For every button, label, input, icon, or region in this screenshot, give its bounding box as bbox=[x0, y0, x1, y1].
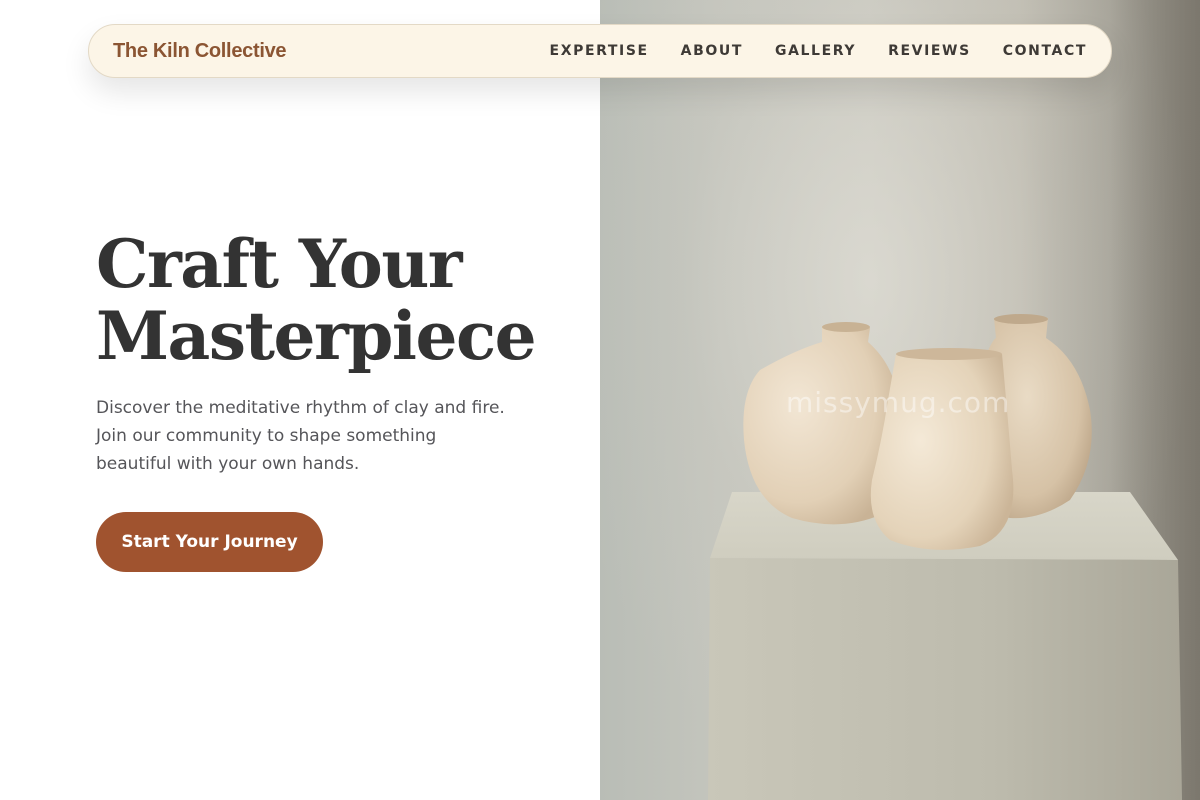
top-navbar: The Kiln Collective EXPERTISE ABOUT GALL… bbox=[88, 24, 1112, 78]
hero-section: Craft Your Masterpiece Discover the medi… bbox=[96, 228, 566, 478]
nav-link-gallery[interactable]: GALLERY bbox=[775, 43, 856, 59]
nav-links: EXPERTISE ABOUT GALLERY REVIEWS CONTACT bbox=[550, 43, 1087, 59]
hero-title: Craft Your Masterpiece bbox=[96, 228, 566, 372]
nav-link-about[interactable]: ABOUT bbox=[681, 43, 743, 59]
watermark-text: missymug.com bbox=[786, 386, 1011, 419]
brand-logo[interactable]: The Kiln Collective bbox=[113, 40, 287, 63]
hero-subtitle: Discover the meditative rhythm of clay a… bbox=[96, 398, 505, 474]
nav-link-reviews[interactable]: REVIEWS bbox=[888, 43, 971, 59]
hero-image: missymug.com bbox=[600, 0, 1200, 800]
hero-title-line-2: Masterpiece bbox=[96, 297, 537, 375]
nav-link-contact[interactable]: CONTACT bbox=[1003, 43, 1087, 59]
vase-front-center bbox=[870, 351, 1014, 550]
plinth-front bbox=[708, 558, 1182, 800]
nav-link-expertise[interactable]: EXPERTISE bbox=[550, 43, 649, 59]
start-journey-button[interactable]: Start Your Journey bbox=[96, 512, 323, 572]
hero-title-line-1: Craft Your bbox=[96, 225, 463, 303]
